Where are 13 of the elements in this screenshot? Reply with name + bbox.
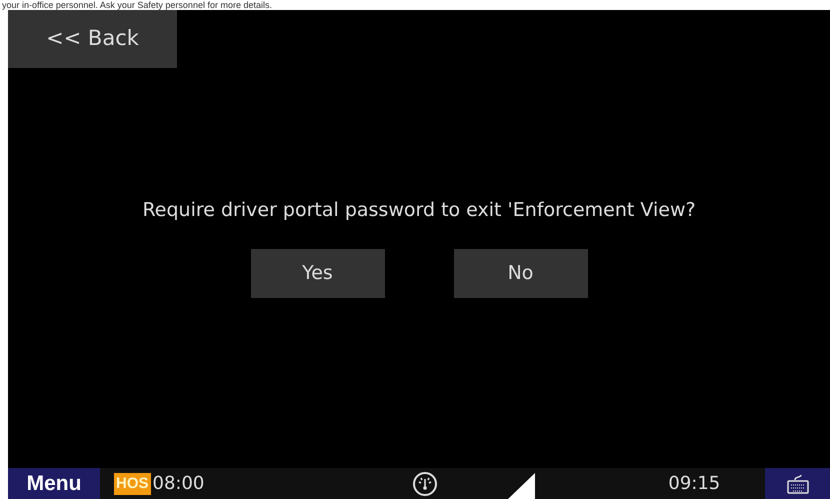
signal-icon — [508, 473, 536, 499]
hos-badge: HOS — [114, 472, 151, 494]
question-text: Require driver portal password to exit 'Enforcement View? — [142, 198, 696, 223]
dialog-button[interactable]: No — [454, 248, 588, 298]
keyboard-icon — [786, 474, 808, 494]
keyboard-button[interactable] — [765, 468, 830, 499]
menu-button[interactable]: Menu — [8, 468, 100, 499]
hos-time: 08:00 — [152, 472, 204, 496]
speedometer-icon[interactable] — [412, 470, 438, 496]
dialog-button[interactable]: Yes — [250, 248, 384, 298]
back-button[interactable]: << Back — [8, 10, 177, 68]
clock-text: 09:15 — [668, 472, 720, 496]
caption-text: your in-office personnel. Ask your Safety personnel for more details. — [2, 0, 272, 10]
